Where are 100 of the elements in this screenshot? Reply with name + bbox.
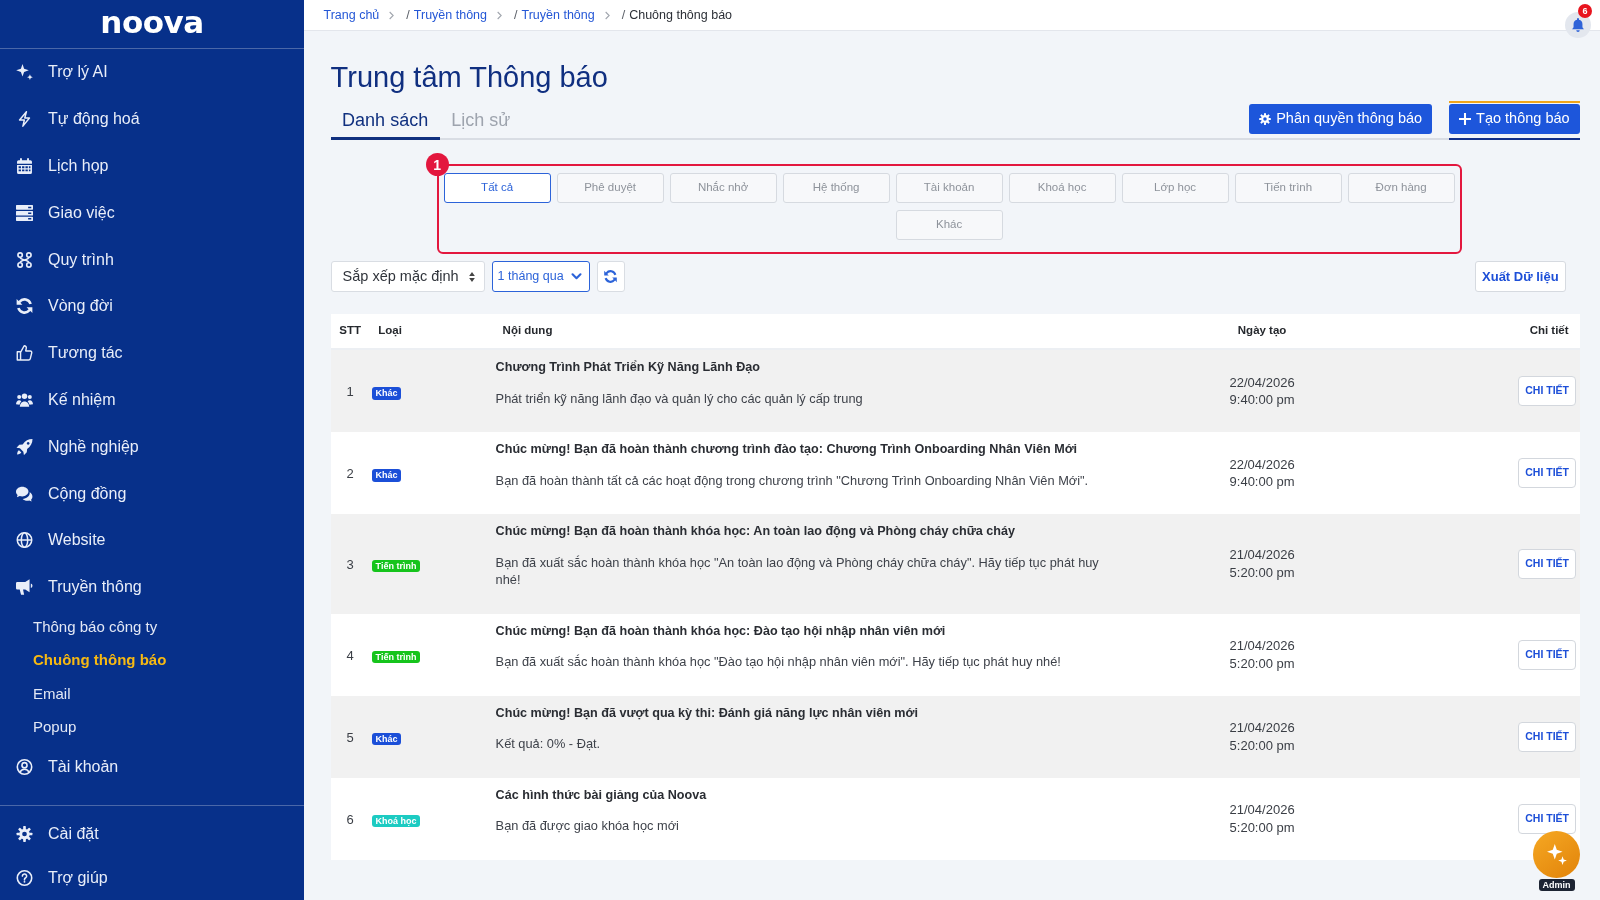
breadcrumb-link[interactable]: Trang chủ	[323, 5, 380, 25]
notification-message: Bạn đã xuất sắc hoàn thành khóa học "Đào tạo hội nhập nhân viên mới". Hãy tiếp tục phát huy nhé!	[495, 653, 1061, 671]
type-badge: Khác	[372, 732, 402, 745]
sidebar-item[interactable]: Tự động hoá	[0, 95, 304, 143]
chevron-right-icon	[604, 10, 610, 20]
sparkle-icon	[1546, 844, 1567, 865]
breadcrumb-separator: /	[621, 6, 626, 24]
chevron-right-icon	[389, 10, 395, 20]
created-time: 9:40:00 pm	[1229, 473, 1295, 491]
notification-title: Chúc mừng! Bạn đã vượt qua kỳ thi: Đánh giá năng lực nhân viên mới	[495, 704, 918, 722]
sidebar-item[interactable]: Tài khoản	[0, 743, 304, 791]
period-dropdown[interactable]: 1 tháng qua	[491, 261, 590, 292]
sidebar-subitem[interactable]: Chuông thông báo	[0, 643, 304, 678]
sidebar-item[interactable]: Quy trình	[0, 236, 304, 283]
sidebar-item[interactable]: Vòng đời	[0, 283, 304, 330]
refresh-icon	[16, 298, 33, 315]
refresh-icon	[604, 270, 618, 283]
row-number: 2	[346, 466, 354, 481]
users-icon	[16, 391, 33, 408]
tab[interactable]: Danh sách	[330, 105, 440, 140]
help-icon	[16, 869, 33, 886]
sidebar-subitem[interactable]: Thông báo công ty	[0, 610, 304, 644]
refresh-button[interactable]	[596, 261, 625, 292]
settings-icon	[16, 825, 33, 842]
type-badge: Khác	[372, 469, 402, 482]
breadcrumb-current: Chuông thông báo	[629, 6, 733, 24]
created-time: 9:40:00 pm	[1229, 391, 1295, 409]
globe-icon	[16, 532, 33, 549]
stacked-bars-icon	[16, 204, 33, 221]
megaphone-icon	[16, 579, 33, 596]
type-badge: Tiến trình	[372, 559, 420, 573]
thumbs-up-icon	[16, 345, 33, 362]
type-badge: Tiến trình	[372, 650, 420, 663]
settings-icon	[1259, 113, 1272, 125]
notification-message: Kết quả: 0% - Đạt.	[495, 735, 601, 753]
permission-settings-button[interactable]: Phân quyền thông báo	[1249, 104, 1433, 134]
notification-title: Chúc mừng! Bạn đã hoàn thành chương trình đào tạo: Chương Trình Onboarding Nhân Viên Mới	[495, 441, 1078, 458]
detail-button[interactable]: CHI TIẾT	[1518, 376, 1577, 406]
sidebar-item[interactable]: Giao việc	[0, 189, 304, 237]
sidebar-item[interactable]: Trợ giúp	[0, 855, 304, 900]
row-number: 3	[346, 556, 354, 572]
created-date: 22/04/2026	[1229, 373, 1295, 391]
created-date: 21/04/2026	[1229, 719, 1295, 737]
plus-icon	[1459, 113, 1472, 125]
sort-caret-icon	[468, 271, 475, 282]
detail-button[interactable]: CHI TIẾT	[1518, 721, 1577, 752]
created-date: 21/04/2026	[1229, 546, 1295, 564]
breadcrumb-link[interactable]: Truyền thông	[413, 5, 487, 25]
sparkle-icon	[16, 64, 33, 81]
notification-message: Phát triển kỹ năng lãnh đạo và quản lý cho các quản lý cấp trung	[495, 389, 863, 407]
sidebar-item[interactable]: Kế nhiệm	[0, 376, 304, 424]
detail-button[interactable]: CHI TIẾT	[1518, 548, 1577, 579]
page-title: Trung tâm Thông báo	[330, 60, 609, 95]
filter-chip[interactable]: Tất cả	[443, 173, 551, 203]
type-badge: Khoá học	[372, 814, 421, 827]
sort-dropdown[interactable]: Sắp xếp mặc định	[330, 261, 485, 292]
row-number: 6	[346, 811, 354, 827]
created-time: 5:20:00 pm	[1229, 736, 1295, 754]
created-time: 5:20:00 pm	[1229, 818, 1295, 836]
chat-bubbles-icon	[16, 485, 33, 502]
connected-nodes-icon	[16, 251, 33, 268]
bell-icon	[1572, 18, 1584, 32]
export-button[interactable]: Xuất Dữ liệu	[1475, 261, 1566, 292]
notification-title: Các hình thức bài giảng của Noova	[495, 786, 707, 804]
sidebar-item[interactable]: Lịch họp	[0, 142, 304, 190]
detail-button[interactable]: CHI TIẾT	[1518, 803, 1577, 834]
created-date: 22/04/2026	[1229, 455, 1295, 473]
calendar-icon	[16, 158, 33, 174]
created-date: 21/04/2026	[1229, 637, 1295, 655]
sidebar-item[interactable]: Cộng đồng	[0, 470, 304, 517]
chevron-down-icon	[570, 273, 582, 280]
sidebar-subitem[interactable]: Popup	[0, 710, 304, 744]
create-notification-button[interactable]: Tạo thông báo	[1449, 104, 1580, 134]
sidebar-item[interactable]: Cài đặt	[0, 811, 304, 856]
notification-message: Bạn đã được giao khóa học mới	[495, 817, 679, 835]
type-badge: Khác	[372, 387, 402, 400]
rocket-icon	[16, 438, 33, 455]
sidebar-item[interactable]: Tương tác	[0, 329, 304, 377]
role-badge: Admin	[1538, 879, 1575, 891]
breadcrumb-separator: /	[406, 6, 410, 24]
notification-message: Bạn đã xuất sắc hoàn thành khóa học "An toàn lao động và Phòng cháy chữa cháy". Hãy tiếp tục phát huy nhé!	[495, 553, 1100, 589]
step-number-badge: 1	[425, 153, 449, 176]
sidebar-item[interactable]: Truyền thông	[0, 563, 304, 611]
notification-title: Chương Trình Phát Triển Kỹ Năng Lãnh Đạo	[495, 359, 760, 376]
breadcrumb-link[interactable]: Truyền thông	[521, 5, 595, 25]
notification-title: Chúc mừng! Bạn đã hoàn thành khóa học: An toàn lao động và Phòng cháy chữa cháy	[495, 523, 1016, 540]
sidebar-item[interactable]: Website	[0, 516, 304, 564]
row-number: 4	[346, 647, 354, 663]
breadcrumb-separator: /	[514, 6, 518, 24]
notification-message: Bạn đã hoàn thành tất cả các hoạt động trong chương trình "Chương Trình Onboarding Nhân Viên Mới".	[495, 471, 1089, 489]
row-number: 1	[346, 384, 354, 399]
detail-button[interactable]: CHI TIẾT	[1518, 458, 1577, 488]
sidebar-subitem[interactable]: Email	[0, 677, 304, 711]
user-circle-icon	[16, 759, 33, 776]
created-time: 5:20:00 pm	[1229, 654, 1295, 672]
sidebar-item[interactable]: Nghề nghiệp	[0, 423, 304, 471]
detail-button[interactable]: CHI TIẾT	[1518, 639, 1577, 670]
created-date: 21/04/2026	[1229, 801, 1295, 819]
sidebar-item[interactable]: Trợ lý AI	[0, 49, 304, 96]
created-time: 5:20:00 pm	[1229, 563, 1295, 582]
